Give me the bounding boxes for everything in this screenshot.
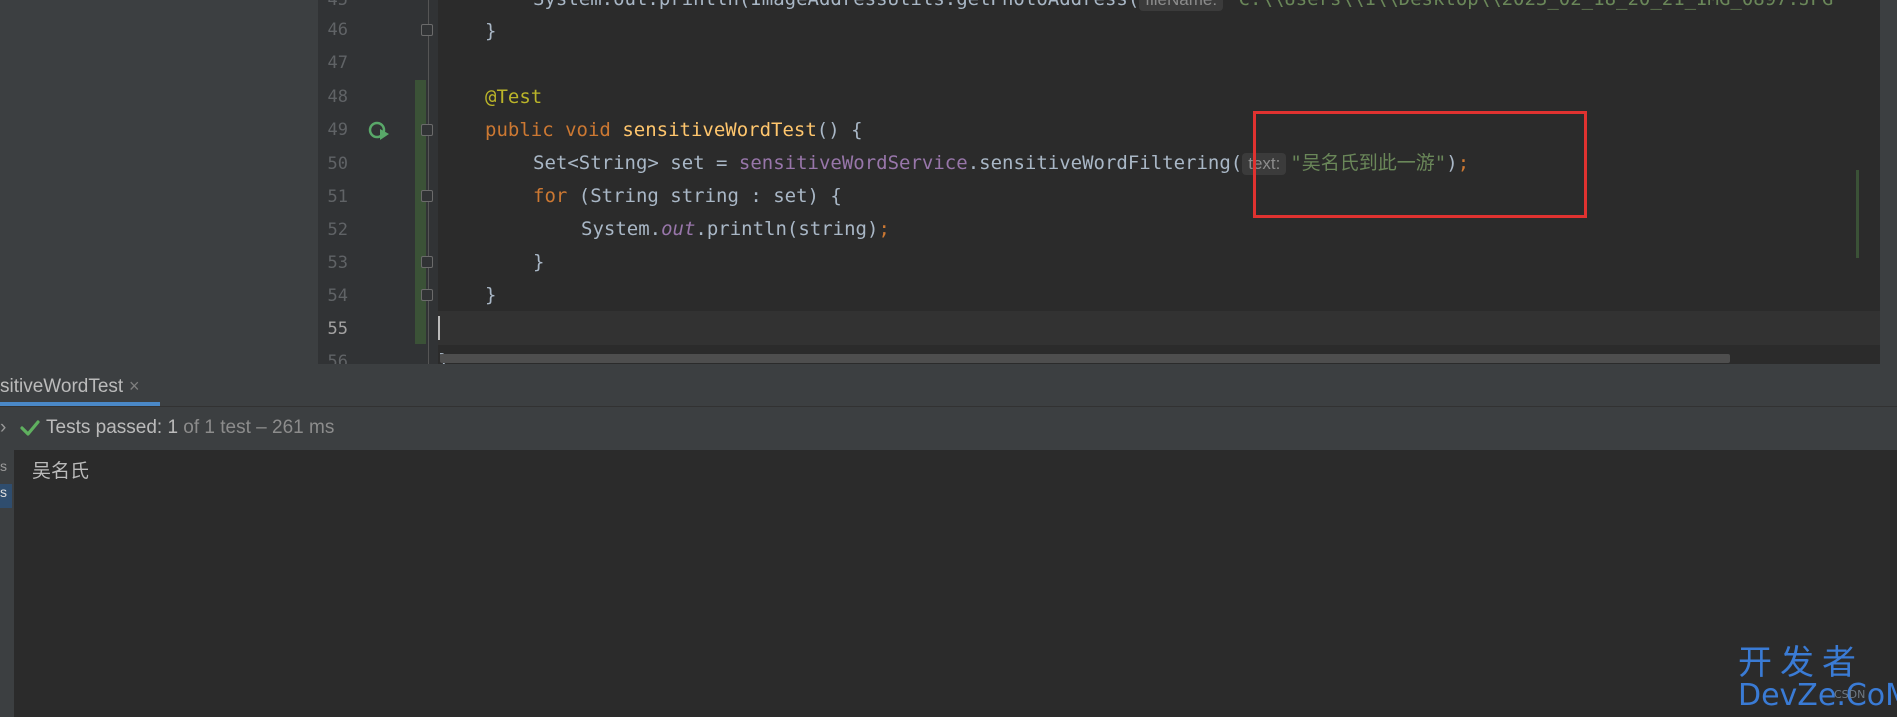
code-line-45[interactable]: System.out.println(ImageAddressUtils.get… — [533, 0, 1845, 11]
parameter-hint: fileName: — [1139, 0, 1224, 11]
code-editor[interactable] — [438, 0, 1880, 364]
watermark-tag: CSDN — [1834, 688, 1866, 701]
line-number: 49 — [327, 120, 348, 140]
run-test-icon[interactable] — [368, 120, 392, 142]
run-tab-label[interactable]: sitiveWordTest — [0, 376, 123, 398]
line-number: 53 — [327, 253, 348, 273]
method-declaration[interactable]: public void sensitiveWordTest() { — [485, 119, 863, 141]
fold-marker-icon[interactable] — [421, 190, 433, 202]
highlight-annotation-box — [1253, 111, 1587, 218]
watermark-top: 开发者 — [1738, 643, 1864, 683]
line-number: 47 — [327, 53, 348, 73]
vcs-change-marker[interactable] — [415, 80, 426, 344]
project-panel — [0, 0, 318, 364]
code-line-51[interactable]: for (String string : set) { — [533, 185, 842, 207]
code-line-53[interactable]: } — [533, 251, 544, 273]
chevron-right-icon[interactable]: › — [0, 417, 6, 439]
close-icon[interactable]: × — [129, 376, 140, 397]
line-number: 52 — [327, 220, 348, 240]
check-icon — [20, 420, 40, 436]
line-number: 50 — [327, 154, 348, 174]
line-number: 45 — [327, 0, 348, 10]
line-number: 48 — [327, 87, 348, 107]
line-number: 54 — [327, 286, 348, 306]
run-tab-bar — [0, 364, 1897, 406]
current-line-highlight — [438, 311, 1880, 345]
code-line-46[interactable]: } — [485, 20, 496, 42]
code-line-54[interactable]: } — [485, 284, 496, 306]
test-tree-item[interactable]: s — [0, 458, 12, 480]
fold-marker-icon[interactable] — [421, 124, 433, 136]
annotation-test[interactable]: @Test — [485, 86, 542, 108]
fold-marker-icon[interactable] — [421, 256, 433, 268]
test-tree-item-selected[interactable]: s — [0, 484, 12, 508]
line-number-current: 55 — [327, 319, 348, 339]
test-status-text: Tests passed: 1 of 1 test – 261 ms — [46, 417, 335, 438]
editor-right-strip — [1880, 0, 1897, 364]
horizontal-scrollbar[interactable] — [440, 354, 1730, 363]
line-number: 46 — [327, 20, 348, 40]
watermark-logo: 开发者 DevZe.CoM CSDN — [1738, 643, 1897, 714]
console-output-area[interactable] — [0, 450, 1897, 717]
code-line-52[interactable]: System.out.println(string); — [581, 218, 890, 240]
fold-marker-icon[interactable] — [421, 24, 433, 36]
fold-guide — [428, 0, 429, 364]
text-caret — [438, 316, 440, 340]
scrollbar-change-mark[interactable] — [1856, 170, 1859, 258]
watermark-bottom: DevZe.CoM — [1738, 678, 1897, 713]
console-output-line: 吴名氏 — [32, 460, 90, 482]
line-number: 51 — [327, 187, 348, 207]
fold-marker-icon[interactable] — [421, 289, 433, 301]
